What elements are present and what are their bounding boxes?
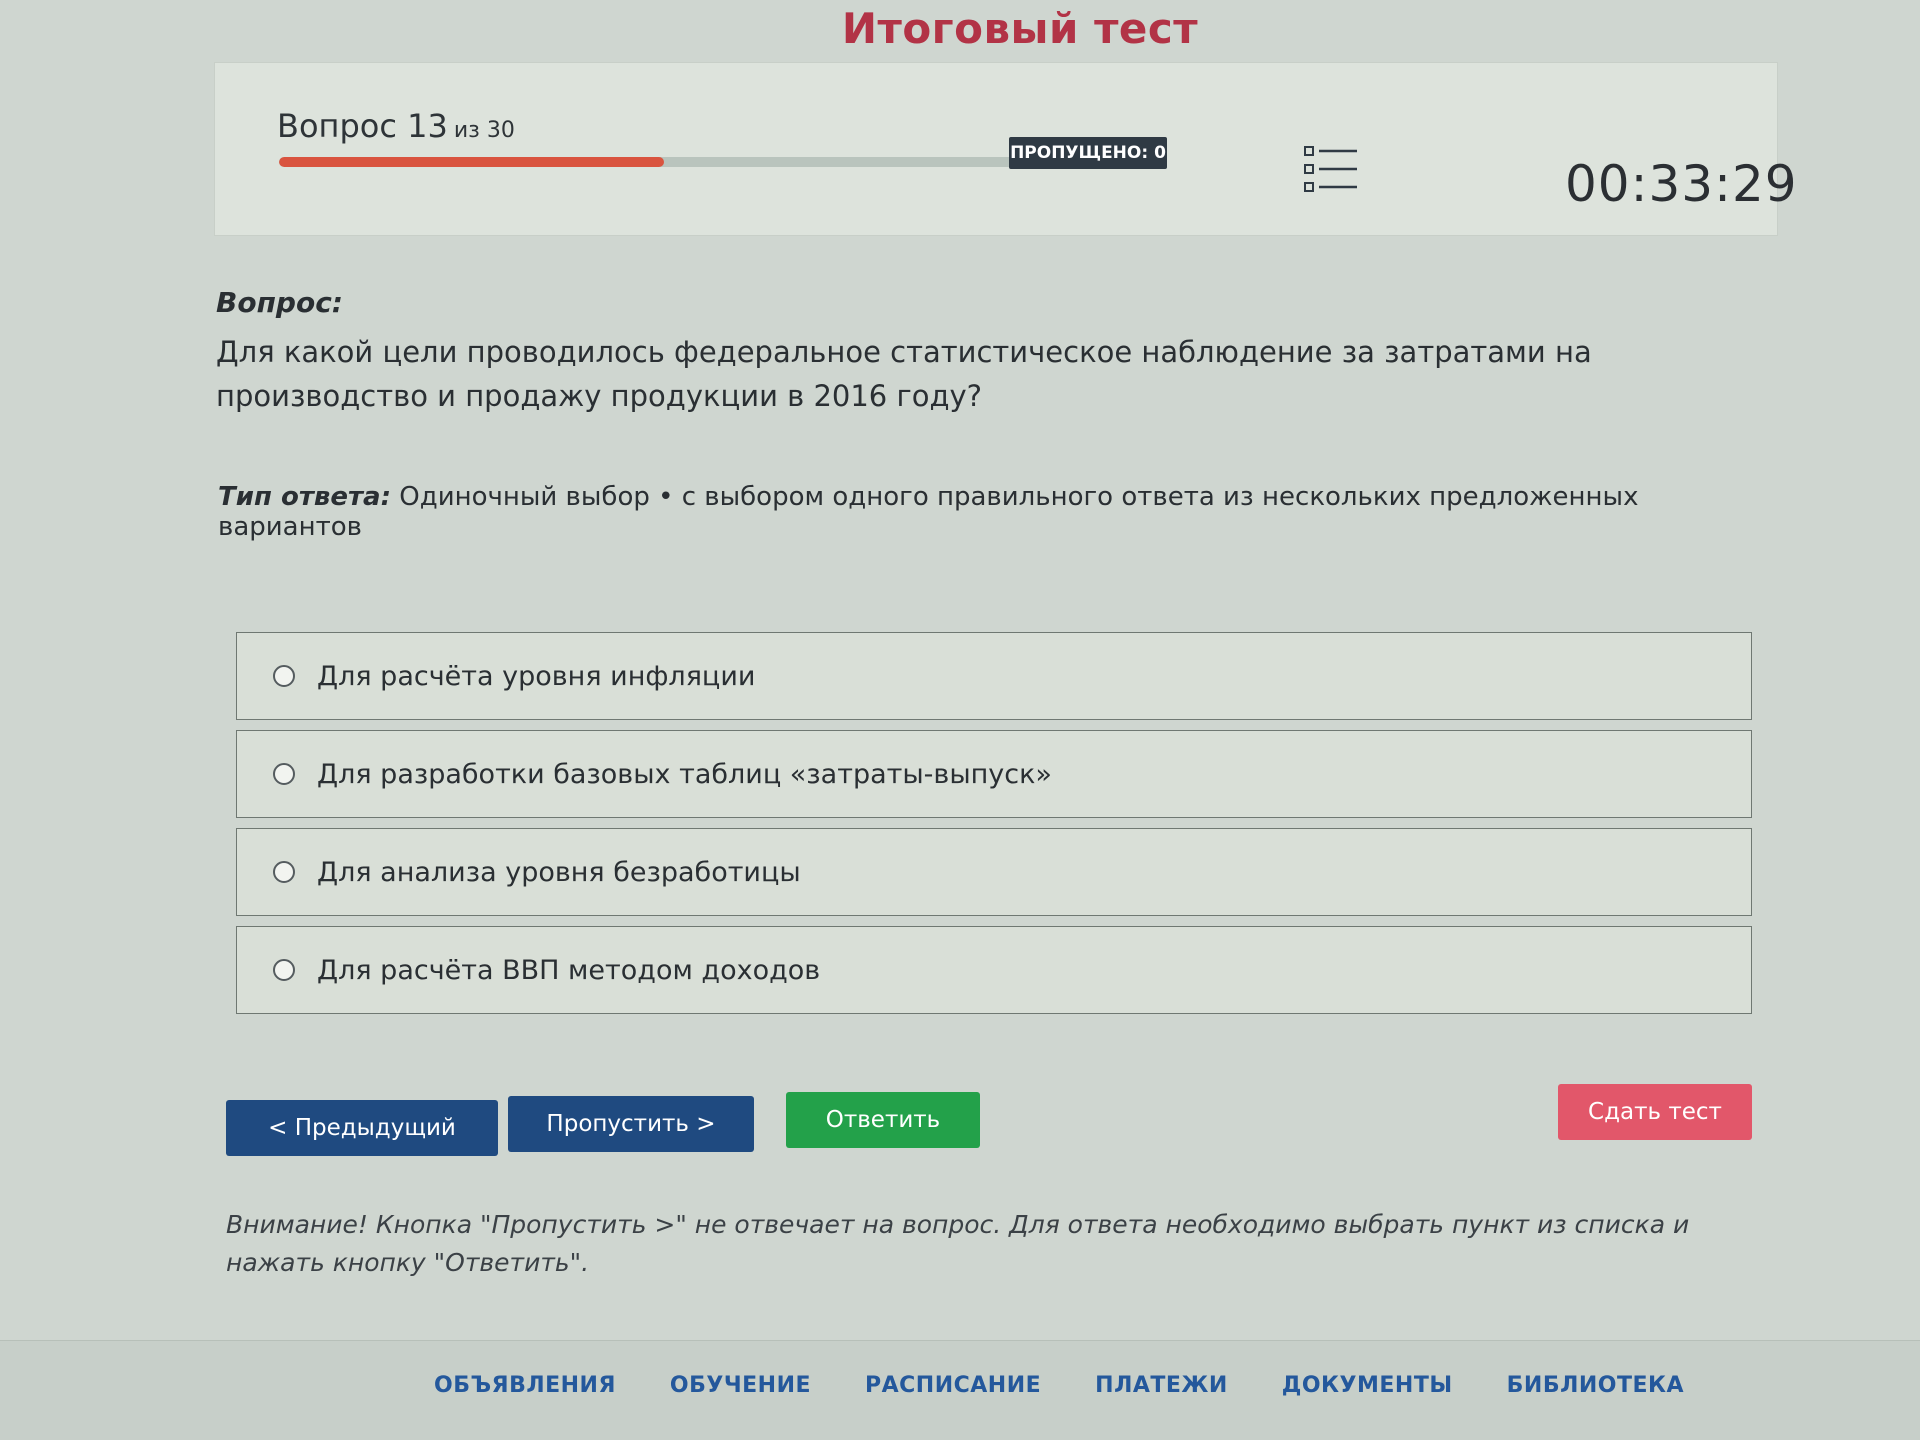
- answer-option-label: Для разработки базовых таблиц «затраты-в…: [317, 758, 1052, 790]
- answer-type: Тип ответа: Одиночный выбор • с выбором …: [218, 482, 1758, 542]
- nav-link-schedule[interactable]: РАСПИСАНИЕ: [865, 1373, 1041, 1398]
- submit-test-button[interactable]: Сдать тест: [1558, 1084, 1752, 1140]
- nav-link-documents[interactable]: ДОКУМЕНТЫ: [1282, 1373, 1453, 1398]
- answer-type-label: Тип ответа:: [218, 482, 391, 512]
- answer-option-label: Для расчёта уровня инфляции: [317, 660, 756, 692]
- radio-button[interactable]: [273, 959, 295, 981]
- skip-button[interactable]: Пропустить >: [508, 1096, 754, 1152]
- progress-bar-fill: [279, 157, 664, 167]
- answer-option-label: Для анализа уровня безработицы: [317, 856, 801, 888]
- list-icon[interactable]: [1303, 145, 1359, 193]
- question-counter: Вопрос 13 из 30: [277, 107, 515, 145]
- nav-link-library[interactable]: БИБЛИОТЕКА: [1507, 1373, 1684, 1398]
- timer: 00:33:29: [1565, 155, 1798, 213]
- nav-link-announcements[interactable]: ОБЪЯВЛЕНИЯ: [434, 1373, 616, 1398]
- question-text: Для какой цели проводилось федеральное с…: [216, 335, 1592, 413]
- answer-options: Для расчёта уровня инфляции Для разработ…: [236, 632, 1752, 1024]
- answer-option[interactable]: Для анализа уровня безработицы: [236, 828, 1752, 916]
- notice-text: Внимание! Кнопка "Пропустить >" не отвеч…: [226, 1210, 1690, 1277]
- page-title: Итоговый тест: [841, 4, 1199, 53]
- answer-type-value: Одиночный выбор • с выбором одного прави…: [218, 482, 1639, 542]
- question-label: Вопрос:: [216, 286, 343, 319]
- nav-link-learning[interactable]: ОБУЧЕНИЕ: [670, 1373, 811, 1398]
- footer-nav: ОБЪЯВЛЕНИЯ ОБУЧЕНИЕ РАСПИСАНИЕ ПЛАТЕЖИ Д…: [0, 1340, 1920, 1440]
- nav-link-payments[interactable]: ПЛАТЕЖИ: [1095, 1373, 1228, 1398]
- skipped-badge: ПРОПУЩЕНО: 0: [1009, 137, 1167, 169]
- test-header-panel: Вопрос 13 из 30 ПРОПУЩЕНО: 0 00:33:29: [214, 62, 1797, 236]
- question-total: из 30: [453, 118, 515, 143]
- question-number: Вопрос 13: [277, 107, 448, 145]
- answer-option-label: Для расчёта ВВП методом доходов: [317, 954, 821, 986]
- radio-button[interactable]: [273, 861, 295, 883]
- answer-option[interactable]: Для расчёта уровня инфляции: [236, 632, 1752, 720]
- radio-button[interactable]: [273, 763, 295, 785]
- answer-button[interactable]: Ответить: [786, 1092, 980, 1148]
- previous-button[interactable]: < Предыдущий: [226, 1100, 498, 1156]
- answer-option[interactable]: Для расчёта ВВП методом доходов: [236, 926, 1752, 1014]
- radio-button[interactable]: [273, 665, 295, 687]
- answer-option[interactable]: Для разработки базовых таблиц «затраты-в…: [236, 730, 1752, 818]
